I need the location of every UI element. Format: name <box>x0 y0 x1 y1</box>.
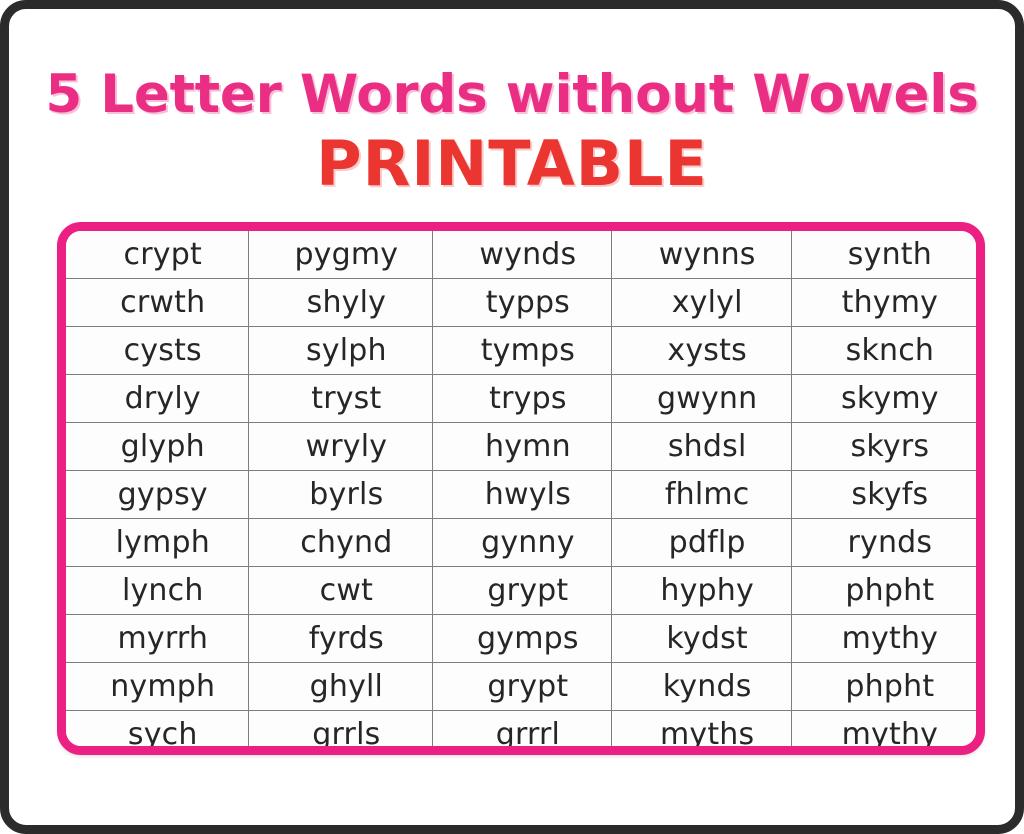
word-cell: tryps <box>432 374 612 423</box>
word-cell: grypt <box>432 662 612 711</box>
word-cell: xysts <box>610 326 792 375</box>
word-cell: thymy <box>790 278 976 327</box>
word-cell: fyrds <box>247 614 434 663</box>
word-cell: myths <box>610 710 792 746</box>
word-table-body: crypt pygmy wynds wynns synth crwth shyly typps… <box>66 231 976 746</box>
page-subtitle: PRINTABLE <box>316 126 708 200</box>
word-cell: cwt <box>247 566 434 615</box>
word-cell: tymps <box>432 326 612 375</box>
word-cell: skymy <box>790 374 976 423</box>
printable-poster: 5 Letter Words without Wowels PRINTABLE … <box>0 0 1024 834</box>
word-cell: kydst <box>610 614 792 663</box>
word-cell: fhlmc <box>610 470 792 519</box>
table-row: lymph chynd gynny pdflp rynds <box>66 518 976 567</box>
table-row: crwth shyly typps xylyl thymy <box>66 278 976 327</box>
word-cell: lynch <box>66 566 249 615</box>
word-cell: phpht <box>790 566 976 615</box>
table-row: gypsy byrls hwyls fhlmc skyfs <box>66 470 976 519</box>
word-cell: nymph <box>66 662 249 711</box>
word-cell: grypt <box>432 566 612 615</box>
table-row: lynch cwt grypt hyphy phpht <box>66 566 976 615</box>
word-cell: mythy <box>790 710 976 746</box>
word-cell: myrrh <box>66 614 249 663</box>
word-cell: gymps <box>432 614 612 663</box>
word-cell: dryly <box>66 374 249 423</box>
word-cell: rynds <box>790 518 976 567</box>
table-row: nymph ghyll grypt kynds phpht <box>66 662 976 711</box>
word-cell: crwth <box>66 278 249 327</box>
word-cell: glyph <box>66 422 249 471</box>
word-cell: phpht <box>790 662 976 711</box>
word-cell: synth <box>790 231 976 279</box>
word-cell: shyly <box>247 278 434 327</box>
word-cell: cysts <box>66 326 249 375</box>
word-cell: hwyls <box>432 470 612 519</box>
word-cell: pdflp <box>610 518 792 567</box>
word-table-frame: crypt pygmy wynds wynns synth crwth shyly typps… <box>57 222 985 755</box>
word-cell: ghyll <box>247 662 434 711</box>
word-cell: lymph <box>66 518 249 567</box>
poster-header: 5 Letter Words without Wowels PRINTABLE <box>9 9 1015 196</box>
table-row: glyph wryly hymn shdsl skyrs <box>66 422 976 471</box>
word-cell: xylyl <box>610 278 792 327</box>
word-table: crypt pygmy wynds wynns synth crwth shyly typps… <box>66 231 976 746</box>
word-cell: mythy <box>790 614 976 663</box>
page-title: 5 Letter Words without Wowels <box>45 64 979 125</box>
table-row: crypt pygmy wynds wynns synth <box>66 231 976 279</box>
word-cell: wryly <box>247 422 434 471</box>
word-cell: wynds <box>432 231 612 279</box>
word-cell: wynns <box>610 231 792 279</box>
table-row: cysts sylph tymps xysts sknch <box>66 326 976 375</box>
word-cell: shdsl <box>610 422 792 471</box>
table-row: dryly tryst tryps gwynn skymy <box>66 374 976 423</box>
word-cell: gynny <box>432 518 612 567</box>
word-cell: gypsy <box>66 470 249 519</box>
word-cell: hyphy <box>610 566 792 615</box>
word-cell: tryst <box>247 374 434 423</box>
table-row: myrrh fyrds gymps kydst mythy <box>66 614 976 663</box>
word-cell: grrrl <box>432 710 612 746</box>
word-cell: byrls <box>247 470 434 519</box>
word-cell: sych <box>66 710 249 746</box>
word-cell: skyfs <box>790 470 976 519</box>
word-cell: chynd <box>247 518 434 567</box>
word-cell: gwynn <box>610 374 792 423</box>
word-cell: skyrs <box>790 422 976 471</box>
word-cell: kynds <box>610 662 792 711</box>
word-cell: sylph <box>247 326 434 375</box>
word-cell: grrls <box>247 710 434 746</box>
word-cell: typps <box>432 278 612 327</box>
word-cell: pygmy <box>247 231 434 279</box>
word-cell: sknch <box>790 326 976 375</box>
word-cell: crypt <box>66 231 249 279</box>
table-row: sych grrls grrrl myths mythy <box>66 710 976 746</box>
word-cell: hymn <box>432 422 612 471</box>
